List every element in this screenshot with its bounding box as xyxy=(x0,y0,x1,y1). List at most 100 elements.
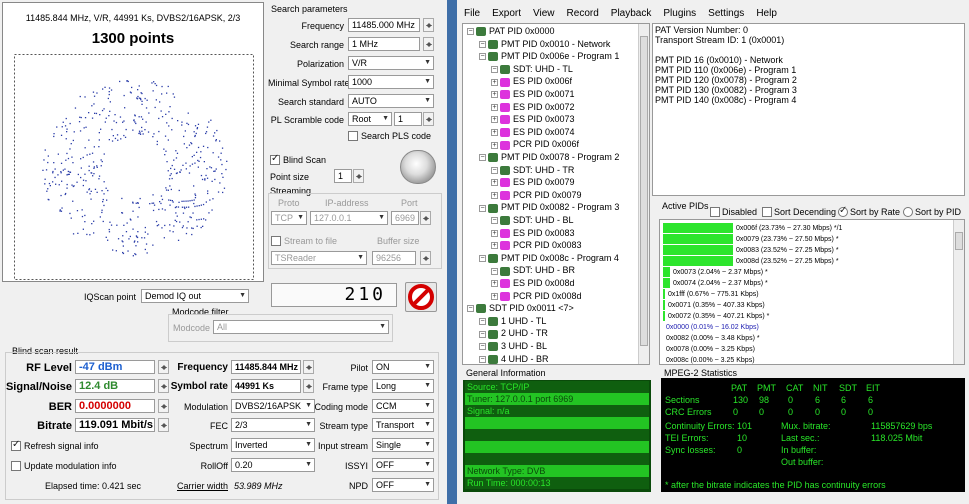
coding-mode-select[interactable]: CCM xyxy=(372,399,434,413)
tree-item[interactable]: − PMT PID 0x006e - Program 1 xyxy=(479,51,619,62)
pid-rate-text[interactable]: 0x0074 (2.04% ~ 2.37 Mbps) * xyxy=(673,279,768,288)
polarization-select[interactable]: V/R xyxy=(348,56,434,70)
tree-scrollbar[interactable] xyxy=(638,24,649,364)
pid-rate-text[interactable]: 0x006f (23.73% ~ 27.30 Mbps) */1 xyxy=(736,224,842,233)
point-size-input[interactable]: 1 xyxy=(334,169,352,183)
tree-item[interactable]: + PCR PID 0x006f xyxy=(491,139,579,150)
expand-icon[interactable]: − xyxy=(479,254,486,262)
spectrum-select[interactable]: Inverted xyxy=(231,438,315,452)
menu-file[interactable]: File xyxy=(464,8,480,19)
npd-select[interactable]: OFF xyxy=(372,478,434,492)
expand-icon[interactable]: + xyxy=(491,78,498,86)
stop-button[interactable] xyxy=(405,282,437,312)
port-input[interactable]: 6969 xyxy=(391,211,419,225)
pid-rate-text[interactable]: 0x0073 (2.04% ~ 2.37 Mbps) * xyxy=(673,268,768,277)
tree-item[interactable]: − SDT PID 0x0011 <7> xyxy=(467,303,574,314)
expand-icon[interactable]: − xyxy=(479,204,486,212)
tree-item[interactable]: − SDT: UHD - TL xyxy=(491,64,573,75)
pids-scrollbar[interactable] xyxy=(953,220,964,364)
tree-item[interactable]: + ES PID 0x0073 xyxy=(491,114,575,125)
ber-spin[interactable] xyxy=(158,399,169,413)
expand-icon[interactable]: − xyxy=(467,28,474,36)
expand-icon[interactable]: + xyxy=(491,191,498,199)
pid-rate-text[interactable]: 0x008c (0.00% ~ 3.25 Kbps) xyxy=(666,356,755,364)
ip-select[interactable]: 127.0.0.1 xyxy=(310,211,388,225)
tree-item[interactable]: + ES PID 0x0074 xyxy=(491,127,575,138)
expand-icon[interactable]: + xyxy=(491,141,498,149)
tree-item[interactable]: + ES PID 0x0079 xyxy=(491,177,575,188)
input-stream-select[interactable]: Single xyxy=(372,438,434,452)
expand-icon[interactable]: − xyxy=(491,267,498,275)
expand-icon[interactable]: − xyxy=(491,166,498,174)
tree-item[interactable]: − 1 UHD - TL xyxy=(479,316,546,327)
pl-scramble-spin[interactable] xyxy=(423,112,434,126)
tree-item[interactable]: − SDT: UHD - BL xyxy=(491,215,574,226)
expand-icon[interactable]: − xyxy=(479,343,486,351)
search-range-spin[interactable] xyxy=(423,37,434,51)
tree-item[interactable]: − PMT PID 0x0078 - Program 2 xyxy=(479,152,619,163)
satellite-dish-icon[interactable] xyxy=(400,150,436,184)
iqscan-select[interactable]: Demod IQ out xyxy=(141,289,249,303)
pid-rate-text[interactable]: 0x0000 (0.01% ~ 16.02 Kbps) xyxy=(666,323,759,332)
tree-item[interactable]: − PAT PID 0x0000 xyxy=(467,26,555,37)
tree-item[interactable]: + ES PID 0x008d xyxy=(491,278,575,289)
expand-icon[interactable]: + xyxy=(491,103,498,111)
stream-type-select[interactable]: Transport xyxy=(372,418,434,432)
menu-settings[interactable]: Settings xyxy=(708,8,744,19)
expand-icon[interactable]: + xyxy=(491,179,498,187)
search-standard-select[interactable]: AUTO xyxy=(348,94,434,108)
pid-rate-text[interactable]: 0x0083 (23.52% ~ 27.25 Mbps) * xyxy=(736,246,839,255)
tree-item[interactable]: − PMT PID 0x008c - Program 4 xyxy=(479,253,619,264)
menu-record[interactable]: Record xyxy=(567,8,599,19)
expand-icon[interactable]: + xyxy=(491,91,498,99)
tree-item[interactable]: + PCR PID 0x0083 xyxy=(491,240,582,251)
menu-view[interactable]: View xyxy=(533,8,555,19)
sort-by-rate-radio[interactable] xyxy=(838,205,848,217)
sort-descending-checkbox[interactable] xyxy=(762,207,772,217)
buffer-input[interactable]: 96256 xyxy=(372,251,416,265)
port-spin[interactable] xyxy=(420,211,431,225)
pilot-select[interactable]: ON xyxy=(372,360,434,374)
carrier-width-label[interactable]: Carrier width xyxy=(165,480,228,492)
expand-icon[interactable]: − xyxy=(479,330,486,338)
expand-icon[interactable]: + xyxy=(491,292,498,300)
expand-icon[interactable]: − xyxy=(491,217,498,225)
expand-icon[interactable]: − xyxy=(479,53,486,61)
tree-item[interactable]: − 2 UHD - TR xyxy=(479,328,548,339)
menu-plugins[interactable]: Plugins xyxy=(663,8,696,19)
frequency-input[interactable]: 11485.000 MHz xyxy=(348,18,420,32)
tree-item[interactable]: − PMT PID 0x0082 - Program 3 xyxy=(479,202,619,213)
pid-rate-text[interactable]: 0x0078 (0.00% ~ 3.25 Kbps) xyxy=(666,345,755,354)
expand-icon[interactable]: − xyxy=(479,40,486,48)
pid-rate-text[interactable]: 0x1fff (0.67% ~ 775.31 Kbps) xyxy=(668,290,759,299)
sort-by-pid-radio[interactable] xyxy=(903,207,913,217)
search-range-input[interactable]: 1 MHz xyxy=(348,37,420,51)
buffer-spin[interactable] xyxy=(420,251,431,265)
pid-rate-text[interactable]: 0x0082 (0.00% ~ 3.48 Kbps) * xyxy=(666,334,760,343)
refresh-signal-checkbox[interactable] xyxy=(11,439,21,451)
disabled-checkbox[interactable] xyxy=(710,207,720,217)
pid-rate-text[interactable]: 0x0072 (0.35% ~ 407.21 Kbps) * xyxy=(668,312,769,321)
tree-item[interactable]: + ES PID 0x0072 xyxy=(491,102,575,113)
expand-icon[interactable]: + xyxy=(491,229,498,237)
expand-icon[interactable]: + xyxy=(491,116,498,124)
update-modulation-checkbox[interactable] xyxy=(11,461,21,471)
point-size-spin[interactable] xyxy=(353,169,364,183)
tree-item[interactable]: + PCR PID 0x0079 xyxy=(491,190,582,201)
expand-icon[interactable]: − xyxy=(467,305,474,313)
proto-select[interactable]: TCP xyxy=(271,211,307,225)
tree-item[interactable]: + ES PID 0x006f xyxy=(491,76,572,87)
fec-select[interactable]: 2/3 xyxy=(231,418,315,432)
rf-level-spin[interactable] xyxy=(158,360,169,374)
tree-item[interactable]: − SDT: UHD - TR xyxy=(491,165,574,176)
expand-icon[interactable]: + xyxy=(491,242,498,250)
tsreader-select[interactable]: TSReader xyxy=(271,251,367,265)
tree-item[interactable]: + ES PID 0x0083 xyxy=(491,228,575,239)
modcode-select[interactable]: All xyxy=(213,320,389,334)
stream-file-checkbox[interactable] xyxy=(271,236,281,246)
expand-icon[interactable]: − xyxy=(479,355,486,363)
pid-rate-text[interactable]: 0x0079 (23.73% ~ 27.50 Mbps) * xyxy=(736,235,839,244)
rolloff-select[interactable]: 0.20 xyxy=(231,458,315,472)
menu-help[interactable]: Help xyxy=(756,8,777,19)
min-symbol-rate-select[interactable]: 1000 xyxy=(348,75,434,89)
